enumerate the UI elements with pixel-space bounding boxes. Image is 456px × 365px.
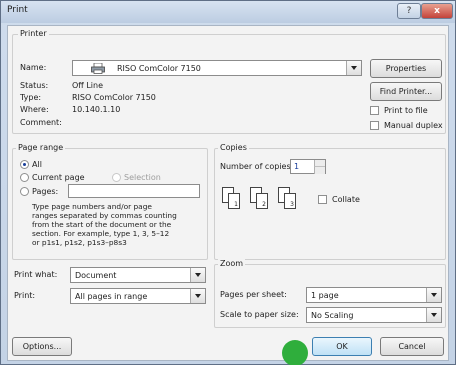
print-dialog: Print ? x Printer Name: RISO ComColor 71… [0, 0, 456, 365]
page-number: 1 [234, 201, 238, 208]
ok-button[interactable]: OK [312, 337, 372, 356]
collate-checkbox[interactable] [318, 195, 327, 204]
name-label: Name: [20, 63, 47, 72]
dialog-body: Printer Name: RISO ComColor 7150 Propert… [7, 25, 449, 365]
collate-label[interactable]: Collate [332, 195, 360, 204]
status-value: Off Line [72, 81, 104, 90]
comment-label: Comment: [20, 118, 62, 127]
scale-combo[interactable]: No Scaling [306, 307, 442, 323]
printer-name-combo[interactable]: RISO ComColor 7150 [72, 60, 362, 76]
close-button[interactable]: x [421, 3, 453, 19]
copies-value[interactable]: 1 [294, 162, 299, 171]
help-line: ranges separated by commas counting [32, 211, 177, 220]
number-of-copies-label: Number of copies: [220, 162, 294, 171]
pages-per-sheet-combo[interactable]: 1 page [306, 287, 442, 303]
print-what-label: Print what: [14, 270, 58, 279]
copies-title: Copies [218, 143, 249, 152]
page-icon: 3 [284, 193, 296, 209]
all-label[interactable]: All [32, 160, 42, 169]
title-bar[interactable]: Print ? x [1, 1, 455, 23]
help-line: Type page numbers and/or page [32, 202, 152, 211]
copies-spinner[interactable]: 1 [290, 159, 326, 174]
page-range-title: Page range [16, 143, 66, 152]
pages-per-sheet-value: 1 page [311, 291, 339, 300]
chevron-down-icon[interactable] [426, 308, 441, 322]
where-label: Where: [20, 105, 49, 114]
chevron-down-icon[interactable] [346, 61, 361, 75]
pages-per-sheet-label: Pages per sheet: [220, 290, 287, 299]
help-line: or p1s1, p1s2, p1s3–p8s3 [32, 238, 127, 247]
pages-label[interactable]: Pages: [32, 187, 58, 196]
current-page-label[interactable]: Current page [32, 173, 85, 182]
type-value: RISO ComColor 7150 [72, 93, 156, 102]
window-title: Print [7, 5, 28, 15]
all-radio[interactable] [20, 160, 29, 169]
pages-radio[interactable] [20, 187, 29, 196]
type-label: Type: [20, 93, 42, 102]
page-icon: 1 [228, 193, 240, 209]
chevron-down-icon[interactable] [190, 289, 205, 303]
selection-radio[interactable] [112, 173, 121, 182]
print-what-value: Document [75, 271, 117, 280]
selection-label[interactable]: Selection [124, 173, 161, 182]
manual-duplex-label[interactable]: Manual duplex [384, 121, 443, 130]
chevron-down-icon[interactable] [190, 268, 205, 282]
printer-name-value: RISO ComColor 7150 [117, 64, 201, 73]
status-label: Status: [20, 81, 49, 90]
printer-group-title: Printer [18, 29, 49, 38]
scale-value: No Scaling [311, 311, 354, 320]
page-range-help: Type page numbers and/or page ranges sep… [32, 202, 204, 247]
find-printer-button[interactable]: Find Printer... [370, 82, 442, 101]
printer-icon [91, 62, 105, 74]
help-line: section. For example, type 1, 3, 5–12 [32, 229, 170, 238]
spin-up-icon[interactable] [314, 160, 325, 167]
green-dot-marker [282, 340, 308, 365]
options-button[interactable]: Options... [12, 337, 72, 356]
chevron-down-icon[interactable] [426, 288, 441, 302]
print-to-file-checkbox[interactable] [370, 106, 379, 115]
help-button[interactable]: ? [397, 3, 421, 19]
page-number: 2 [262, 201, 266, 208]
scale-label: Scale to paper size: [220, 310, 299, 319]
current-page-radio[interactable] [20, 173, 29, 182]
page-number: 3 [290, 201, 294, 208]
cancel-button[interactable]: Cancel [380, 337, 444, 356]
print-value: All pages in range [75, 292, 148, 301]
pages-input[interactable] [68, 184, 200, 198]
print-to-file-label[interactable]: Print to file [384, 106, 428, 115]
where-value: 10.140.1.10 [72, 105, 121, 114]
manual-duplex-checkbox[interactable] [370, 121, 379, 130]
help-line: from the start of the document or the [32, 220, 172, 229]
properties-button[interactable]: Properties [370, 59, 442, 78]
spin-down-icon[interactable] [314, 167, 325, 174]
zoom-title: Zoom [218, 259, 246, 268]
print-what-combo[interactable]: Document [70, 267, 206, 283]
print-label: Print: [14, 291, 36, 300]
print-combo[interactable]: All pages in range [70, 288, 206, 304]
page-icon: 2 [256, 193, 268, 209]
